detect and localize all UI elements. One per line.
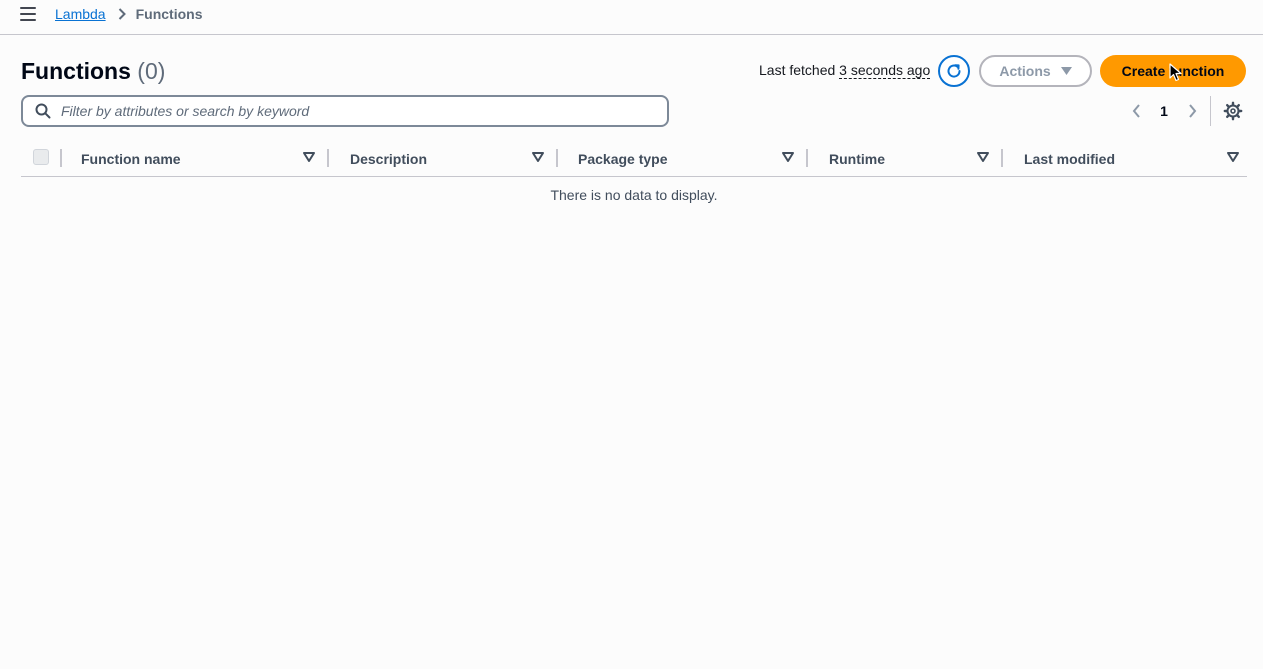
actions-label: Actions [999,63,1051,79]
sort-icon[interactable] [976,150,990,164]
column-header-function-name[interactable]: Function name [81,141,181,176]
chevron-right-icon [118,8,126,20]
page-title: Functions (0) [21,58,165,85]
last-fetched-label: Last fetched [759,62,836,78]
functions-table: Function name Description Package type R… [21,141,1247,203]
column-header-package-type[interactable]: Package type [578,141,668,176]
sort-icon[interactable] [531,150,545,164]
breadcrumb: Lambda Functions [55,6,202,22]
page-title-text: Functions [21,58,131,84]
column-divider [806,149,808,167]
caret-down-icon [1060,67,1072,75]
search-icon [35,103,51,119]
column-header-last-modified[interactable]: Last modified [1024,141,1115,176]
last-fetched-time[interactable]: 3 seconds ago [839,62,931,79]
column-divider [1001,149,1003,167]
column-divider [60,149,62,167]
mouse-cursor-icon [1169,63,1182,82]
column-header-runtime[interactable]: Runtime [829,141,885,176]
sort-icon[interactable] [302,150,316,164]
empty-state-message: There is no data to display. [550,187,718,203]
page-number[interactable]: 1 [1147,103,1181,119]
column-header-description[interactable]: Description [350,141,427,176]
next-page-icon[interactable] [1181,100,1203,122]
hamburger-menu-icon[interactable] [20,7,36,21]
refresh-icon [947,64,961,78]
previous-page-icon[interactable] [1125,100,1147,122]
last-fetched-status: Last fetched 3 seconds ago [759,62,931,79]
pagination: 1 [1125,100,1203,122]
column-divider [556,149,558,167]
column-divider [327,149,329,167]
actions-dropdown-button[interactable]: Actions [979,55,1092,87]
refresh-button[interactable] [938,55,970,87]
breadcrumb-current: Functions [135,6,203,22]
sort-icon[interactable] [1226,150,1240,164]
sort-icon[interactable] [781,150,795,164]
pagination-divider [1210,96,1211,126]
select-all-checkbox[interactable] [33,149,49,165]
table-header: Function name Description Package type R… [21,141,1247,177]
function-count: (0) [137,58,166,84]
top-navigation-bar: Lambda Functions [0,0,1263,35]
gear-icon[interactable] [1223,101,1243,121]
filter-input[interactable] [61,103,641,119]
breadcrumb-lambda-link[interactable]: Lambda [55,6,106,22]
filter-bar [21,95,669,127]
